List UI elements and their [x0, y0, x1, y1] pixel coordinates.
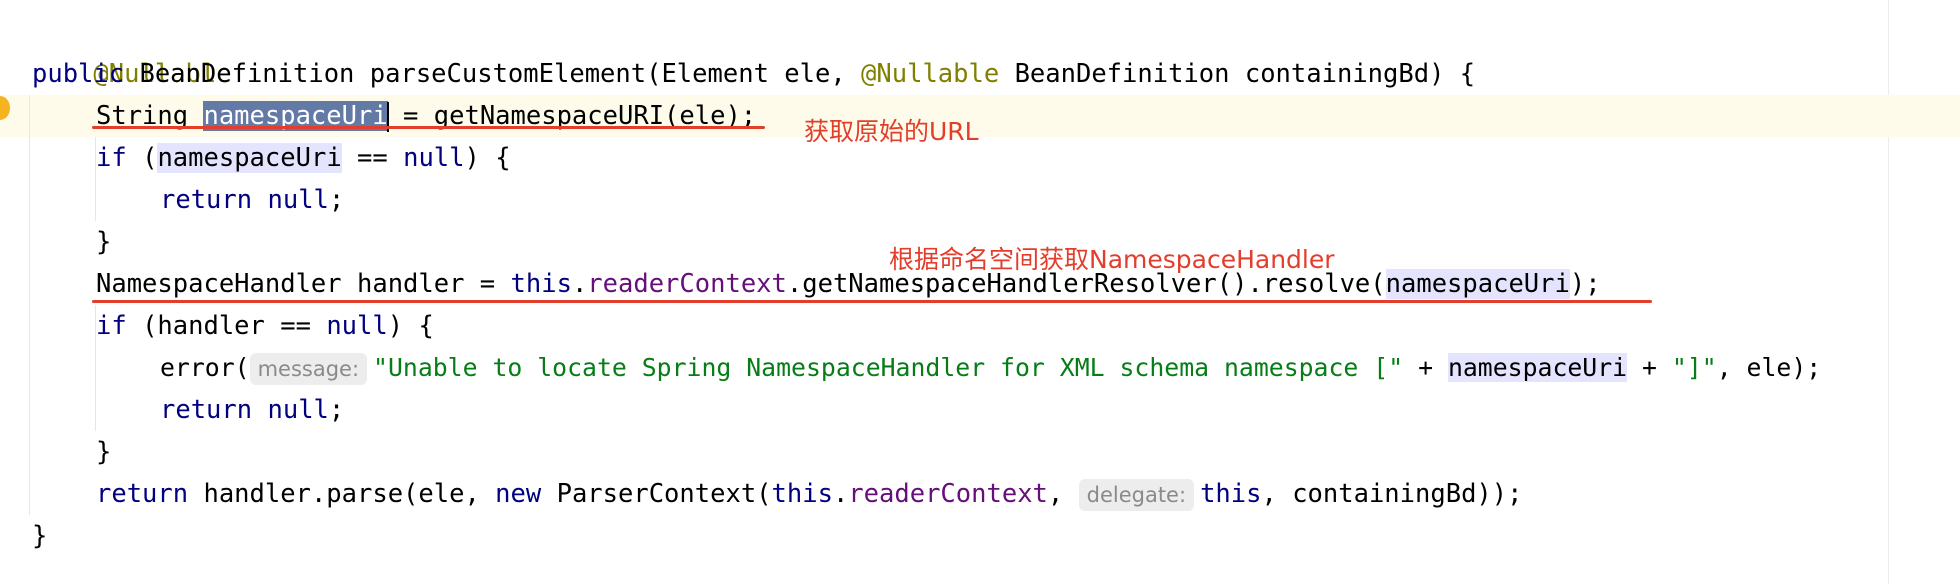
code-text: , ele);	[1716, 353, 1822, 382]
code-text: ParserContext(	[541, 479, 772, 509]
code-text: BeanDefinition parseCustomElement(Elemen…	[124, 59, 862, 89]
code-line-1[interactable]: @Nullable	[32, 11, 231, 89]
keyword-token: null	[267, 395, 329, 425]
code-text: }	[96, 437, 112, 467]
keyword-token: return	[160, 185, 253, 215]
code-text: handler.parse(ele,	[188, 479, 496, 509]
field-token: readerContext	[587, 269, 787, 299]
code-text: ) {	[387, 311, 434, 341]
keyword-token: new	[495, 479, 542, 509]
code-line-8[interactable]: if (handler == null) {	[96, 305, 434, 347]
string-literal: "Unable to locate Spring NamespaceHandle…	[373, 353, 1404, 382]
right-margin-guide	[1888, 0, 1889, 584]
code-text: NamespaceHandler handler =	[96, 269, 511, 299]
red-underline	[92, 300, 1652, 303]
code-text: (handler ==	[126, 311, 327, 341]
code-text: ;	[328, 185, 345, 215]
keyword-token: return	[96, 479, 189, 509]
code-text: +	[1403, 353, 1448, 382]
code-text: +	[1627, 353, 1672, 382]
variable-usage-highlight[interactable]: namespaceUri	[157, 143, 342, 173]
code-editor[interactable]: @Nullable public BeanDefinition parseCus…	[0, 0, 1960, 584]
code-line-4[interactable]: if (namespaceUri == null) {	[96, 137, 511, 179]
keyword-token: null	[267, 185, 329, 215]
code-line-2[interactable]: public BeanDefinition parseCustomElement…	[32, 53, 1475, 95]
code-line-13[interactable]: }	[32, 515, 47, 557]
field-token: readerContext	[848, 479, 1048, 509]
keyword-token: null	[326, 311, 388, 341]
keyword-token: this	[1200, 479, 1262, 509]
code-line-10[interactable]: return null;	[160, 389, 344, 431]
code-text: ,	[1047, 479, 1079, 509]
annotation-note: 获取原始的URL	[804, 117, 979, 146]
code-text: ) {	[464, 143, 511, 173]
code-text: error(	[160, 353, 250, 382]
parameter-hint: delegate:	[1078, 479, 1195, 511]
red-underline	[92, 126, 765, 129]
code-text: ==	[341, 143, 404, 173]
keyword-token: public	[32, 59, 125, 89]
code-text: }	[32, 521, 48, 551]
code-line-11[interactable]: }	[96, 431, 111, 473]
annotation-note: 根据命名空间获取NamespaceHandler	[889, 245, 1335, 274]
code-text: BeanDefinition containingBd) {	[999, 59, 1476, 89]
keyword-token: if	[96, 311, 127, 341]
code-line-5[interactable]: return null;	[160, 179, 344, 221]
annotation-token: @Nullable	[861, 59, 1000, 89]
code-text: , containingBd));	[1261, 479, 1523, 509]
code-text: (	[126, 143, 158, 173]
string-literal: "]"	[1671, 353, 1717, 382]
code-text: );	[1569, 269, 1601, 299]
keyword-token: null	[403, 143, 465, 173]
code-text: .	[832, 479, 849, 509]
code-line-9[interactable]: error(message: "Unable to locate Spring N…	[160, 347, 1821, 389]
parameter-hint: message:	[249, 353, 368, 385]
code-text: }	[96, 227, 112, 257]
variable-usage-highlight[interactable]: namespaceUri	[1447, 353, 1628, 382]
keyword-token: this	[771, 479, 833, 509]
keyword-token: if	[96, 143, 127, 173]
keyword-token: return	[160, 395, 253, 425]
indent-guide	[29, 95, 30, 515]
keyword-token: this	[510, 269, 572, 299]
code-line-3[interactable]: String namespaceUri = getNamespaceURI(el…	[96, 95, 756, 137]
code-line-12[interactable]: return handler.parse(ele, new ParserCont…	[96, 473, 1522, 515]
code-line-6[interactable]: }	[96, 221, 111, 263]
code-text: .	[571, 269, 588, 299]
code-text: ;	[328, 395, 345, 425]
code-line-7[interactable]: NamespaceHandler handler = this.readerCo…	[96, 263, 1601, 305]
variable-usage-highlight[interactable]: namespaceUri	[1385, 269, 1570, 299]
